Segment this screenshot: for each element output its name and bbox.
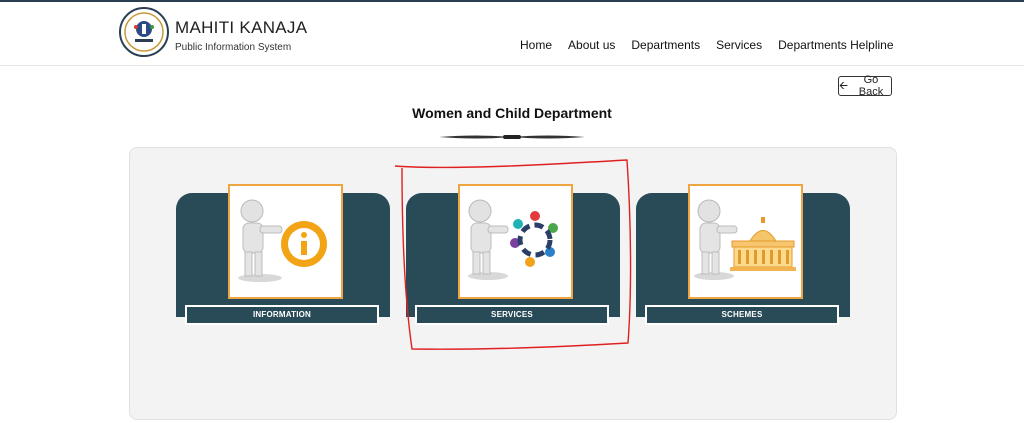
- card-schemes[interactable]: SCHEMES: [636, 184, 850, 325]
- site-logo[interactable]: [119, 7, 169, 57]
- card-image-frame: [228, 184, 343, 299]
- card-services[interactable]: SERVICES: [406, 184, 620, 325]
- card-information[interactable]: INFORMATION: [176, 184, 390, 325]
- people-circle-icon: [468, 199, 558, 280]
- brand-subtitle: Public Information System: [175, 42, 292, 53]
- brand-title: MAHITI KANAJA: [175, 18, 308, 37]
- main-nav: Home About us Departments Services Depar…: [512, 38, 902, 52]
- card-label: INFORMATION: [185, 305, 379, 325]
- arrow-left-icon: 🡨: [839, 79, 848, 92]
- go-back-button[interactable]: 🡨 Go Back: [838, 74, 892, 98]
- government-building-icon: [694, 199, 796, 280]
- page-title: Women and Child Department: [412, 105, 612, 121]
- go-back-label: Go Back: [858, 74, 884, 98]
- nav-about-us[interactable]: About us: [568, 38, 615, 52]
- card-label: SERVICES: [415, 305, 609, 325]
- nav-departments[interactable]: Departments: [631, 38, 700, 52]
- nav-services[interactable]: Services: [716, 38, 762, 52]
- title-divider: [439, 135, 585, 139]
- nav-home[interactable]: Home: [520, 38, 552, 52]
- card-image-frame: [458, 184, 573, 299]
- info-icon: [238, 199, 327, 282]
- card-image-frame: [688, 184, 803, 299]
- nav-departments-helpline[interactable]: Departments Helpline: [778, 38, 893, 52]
- site-header: MAHITI KANAJA Public Information System …: [0, 2, 1024, 66]
- card-label: SCHEMES: [645, 305, 839, 325]
